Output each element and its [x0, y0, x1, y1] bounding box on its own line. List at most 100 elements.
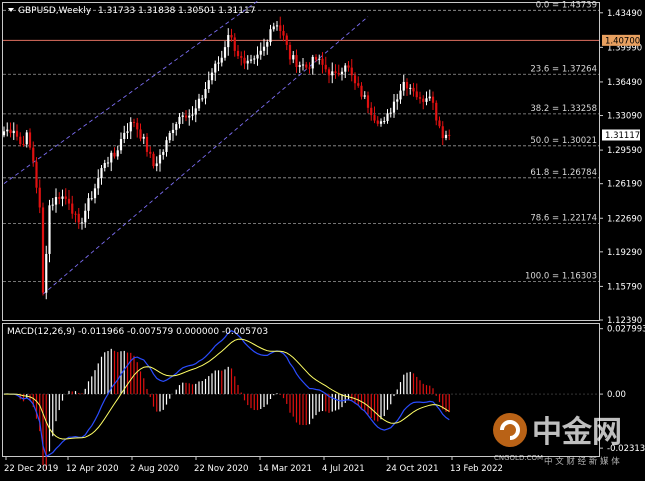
candle-body: [366, 95, 370, 108]
candle-body: [347, 65, 350, 68]
candle-body: [386, 113, 389, 122]
candle-body: [425, 98, 428, 102]
candle-body: [158, 154, 162, 164]
ohlc-label: 1.31733 1.31838 1.30501 1.31117: [98, 6, 255, 16]
candle-body: [253, 58, 256, 60]
fib-level-label: 100.0 = 1.16303: [525, 271, 597, 281]
candle-body: [103, 163, 106, 169]
candle-body: [308, 67, 311, 69]
price-panel-frame: [2, 2, 600, 321]
candle-body: [119, 138, 123, 151]
candle-body: [74, 213, 77, 215]
candle-body: [64, 196, 67, 199]
candle-body: [227, 35, 230, 48]
candle-body: [379, 121, 383, 124]
candle-body: [285, 35, 288, 45]
candle-body: [181, 115, 184, 117]
candle-body: [340, 71, 344, 75]
candle-body: [422, 98, 425, 102]
candle-body: [32, 147, 35, 162]
candle-layer: [2, 16, 451, 300]
candle-body: [331, 71, 334, 76]
candle-body: [188, 115, 191, 118]
macd-signal-line: [3, 338, 450, 440]
candle-body: [396, 99, 399, 102]
candle-body: [233, 37, 236, 51]
candle-body: [80, 222, 84, 224]
candle-body: [116, 150, 119, 157]
chart-window: 0.0 = 1.43739 23.6 = 1.37264 38.2 = 1.3325…: [0, 0, 645, 481]
macd-values-label: -0.011966 -0.007579 0.000000 -0.005703: [78, 327, 268, 337]
x-tick-label: 12 Apr 2020: [66, 464, 119, 474]
macd-tick-label: 0.027993: [607, 325, 645, 335]
x-tick-label: 14 Mar 2021: [258, 464, 312, 474]
candle-body: [240, 56, 243, 58]
candle-body: [15, 130, 19, 137]
x-tick-label: 2 Aug 2020: [130, 464, 179, 474]
candle-body: [35, 161, 38, 188]
candle-body: [41, 207, 45, 293]
fib-level-label: 0.0 = 1.43739: [536, 0, 597, 10]
watermark-logo: 中金网 CNGOLD.COM 中 文 财 经 新 媒 体: [493, 413, 622, 467]
candle-body: [6, 129, 9, 132]
candle-body: [399, 90, 402, 100]
candle-body: [90, 198, 93, 200]
candle-body: [409, 87, 412, 89]
candle-body: [12, 130, 15, 134]
candle-body: [301, 64, 305, 66]
candle-body: [100, 168, 103, 179]
horizontal-line-label: 1.40700: [605, 36, 640, 46]
candle-body: [415, 91, 418, 98]
macd-tick-label: 0.00: [607, 390, 626, 400]
candle-body: [311, 56, 314, 69]
x-tick-label: 24 Oct 2021: [386, 464, 439, 474]
candle-body: [272, 26, 275, 30]
candle-body: [110, 152, 113, 163]
price-tick-label: 1.22690: [607, 214, 642, 224]
candle-body: [373, 115, 376, 121]
candle-body: [249, 59, 253, 61]
price-tick-label: 1.33090: [607, 112, 642, 122]
candle-body: [269, 29, 272, 43]
candle-body: [223, 47, 227, 58]
macd-main-line: [3, 330, 450, 458]
candle-body: [376, 120, 379, 124]
candle-body: [191, 114, 194, 116]
candle-body: [357, 83, 360, 86]
candle-body: [149, 151, 152, 154]
candle-body: [246, 60, 249, 64]
candle-body: [428, 96, 431, 99]
candle-body: [45, 253, 48, 293]
candle-body: [54, 197, 58, 205]
price-tick-label: 1.43490: [607, 9, 642, 19]
candle-body: [412, 87, 415, 92]
candle-body: [207, 80, 210, 90]
candle-body: [71, 203, 74, 214]
candle-body: [402, 81, 405, 91]
fib-level-label: 38.2 = 1.33258: [530, 104, 597, 114]
candle-body: [230, 35, 233, 38]
candle-body: [178, 116, 181, 125]
watermark-slogan: 中 文 财 经 新 媒 体: [544, 456, 620, 467]
candle-body: [2, 131, 6, 136]
symbol-label: GBPUSD,Weekly: [18, 6, 92, 16]
price-tick-label: 1.15790: [607, 282, 642, 292]
channel-line: [3, 0, 260, 184]
candle-body: [184, 115, 188, 118]
candle-body: [201, 98, 204, 100]
candle-body: [194, 108, 197, 115]
candle-body: [51, 204, 54, 206]
macd-label: MACD(12,26,9): [7, 327, 75, 337]
candle-body: [97, 178, 100, 189]
candle-body: [431, 96, 435, 103]
candle-body: [314, 56, 318, 60]
candle-body: [67, 198, 71, 204]
fib-level-label: 61.8 = 1.26784: [530, 168, 597, 178]
candle-body: [142, 136, 145, 139]
candle-body: [168, 133, 171, 141]
candle-body: [295, 55, 298, 67]
candle-body: [129, 121, 132, 132]
price-tick-label: 1.36490: [607, 78, 642, 88]
candle-body: [84, 210, 87, 223]
candle-body: [61, 196, 64, 199]
